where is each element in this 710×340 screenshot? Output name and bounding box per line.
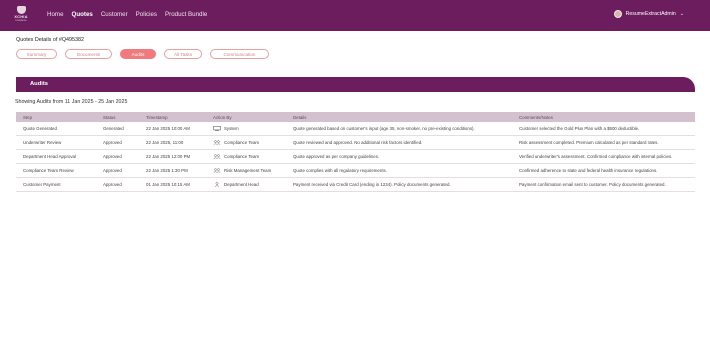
cell-status: Generated <box>103 126 124 131</box>
user-icon <box>214 182 220 187</box>
table-row: Underwriter Review Approved 22 Jan 2025,… <box>16 136 695 150</box>
table-row: Customer Payment Approved 01 Jan 2025 10… <box>16 178 695 192</box>
tab-audits[interactable]: Audits <box>120 49 156 59</box>
user-menu[interactable]: ResumeExtractAdmin ⌄ <box>613 10 684 18</box>
audits-table: Step Status Timestamp Action By Details … <box>16 112 695 192</box>
nav-link-customer[interactable]: Customer <box>101 11 128 19</box>
column-header-comments: Comments/Notes <box>519 114 553 120</box>
date-range-text: Showing Audits from 11 Jan 2025 - 25 Jan… <box>15 99 128 105</box>
cell-action-by: Risk Management Team <box>206 168 286 173</box>
chevron-down-icon: ⌄ <box>679 11 684 17</box>
cell-status: Approved <box>103 154 122 159</box>
cell-step: Department Head Approval <box>23 154 76 159</box>
tab-summary[interactable]: Summary <box>16 49 57 59</box>
tab-documents[interactable]: Documents <box>65 49 112 59</box>
top-navbar: XCHIA Insurance Home Quotes Customer Pol… <box>0 0 710 31</box>
cell-comments: Payment confirmation email sent to custo… <box>519 182 666 187</box>
nav-link-policies[interactable]: Policies <box>136 11 157 19</box>
column-header-action-by: Action By <box>213 114 232 120</box>
cell-step: Compliance Team Review <box>23 168 74 173</box>
cell-action-by: Department Head <box>206 182 286 187</box>
shield-icon <box>16 6 26 14</box>
cell-action-by: Compliance Team <box>206 154 286 159</box>
column-header-step: Step <box>23 114 33 120</box>
logo-subtext: Insurance <box>15 19 27 22</box>
cell-details: Payment received via Credit Card (ending… <box>293 182 451 187</box>
actor-name: System <box>224 126 239 131</box>
audits-title: Audits <box>30 81 49 87</box>
cell-comments: Customer selected the Gold Plus Plan wit… <box>519 126 640 131</box>
cell-comments: Confirmed adherence to state and federal… <box>519 168 658 173</box>
actor-name: Department Head <box>224 182 259 187</box>
cell-details: Quote complies with all regulatory requi… <box>293 168 387 173</box>
tab-communication[interactable]: Communication <box>210 49 269 59</box>
cell-details: Quote reviewed and approved. No addition… <box>293 140 423 145</box>
quote-tabs: Summary Documents Audits All Tasks Commu… <box>16 49 269 59</box>
team-icon <box>213 154 221 159</box>
tab-all-tasks[interactable]: All Tasks <box>164 49 202 59</box>
team-icon <box>213 168 221 173</box>
cell-details: Quote generated based on customer's inpu… <box>293 126 475 131</box>
page-title: Quotes Details of #Q495382 <box>16 37 85 43</box>
column-header-timestamp: Timestamp <box>146 114 168 120</box>
cell-timestamp: 22 Jan 2025 10:00 AM <box>146 126 190 131</box>
cell-action-by: System <box>206 126 286 131</box>
cell-step: Customer Payment <box>23 182 61 187</box>
nav-link-quotes[interactable]: Quotes <box>72 11 93 19</box>
cell-timestamp: 22 Jan 2025 1:30 PM <box>146 168 188 173</box>
cell-step: Underwriter Review <box>23 140 62 145</box>
nav-link-product-bundle[interactable]: Product Bundle <box>165 11 207 19</box>
table-header: Step Status Timestamp Action By Details … <box>16 112 695 122</box>
team-icon <box>213 140 221 145</box>
cell-comments: Risk assessment completed. Premium calcu… <box>519 140 659 145</box>
actor-name: Compliance Team <box>224 140 260 145</box>
cell-timestamp: 01 Jan 2025 10:15 AM <box>146 182 190 187</box>
cell-comments: Verified underwriter's assessment. Confi… <box>519 154 673 159</box>
avatar <box>613 10 622 18</box>
table-row: Compliance Team Review Approved 22 Jan 2… <box>16 164 695 178</box>
cell-timestamp: 22 Jan 2025, 11:00 <box>146 140 184 145</box>
cell-step: Quote Generated <box>23 126 57 131</box>
monitor-icon <box>213 126 221 131</box>
actor-name: Compliance Team <box>224 154 260 159</box>
main-navigation: Home Quotes Customer Policies Product Bu… <box>47 11 207 19</box>
column-header-details: Details <box>293 114 307 120</box>
cell-status: Approved <box>103 182 122 187</box>
cell-action-by: Compliance Team <box>206 140 286 145</box>
column-header-status: Status <box>103 114 116 120</box>
cell-timestamp: 22 Jan 2025 12:00 PM <box>146 154 191 159</box>
user-name: ResumeExtractAdmin <box>625 11 676 17</box>
table-row: Quote Generated Generated 22 Jan 2025 10… <box>16 122 695 136</box>
actor-name: Risk Management Team <box>224 168 272 173</box>
company-logo[interactable]: XCHIA Insurance <box>10 6 32 26</box>
table-row: Department Head Approval Approved 22 Jan… <box>16 150 695 164</box>
nav-link-home[interactable]: Home <box>47 11 64 19</box>
cell-details: Quote approved as per company guidelines… <box>293 154 380 159</box>
cell-status: Approved <box>103 168 122 173</box>
cell-status: Approved <box>103 140 122 145</box>
audits-header: Audits <box>16 77 695 92</box>
